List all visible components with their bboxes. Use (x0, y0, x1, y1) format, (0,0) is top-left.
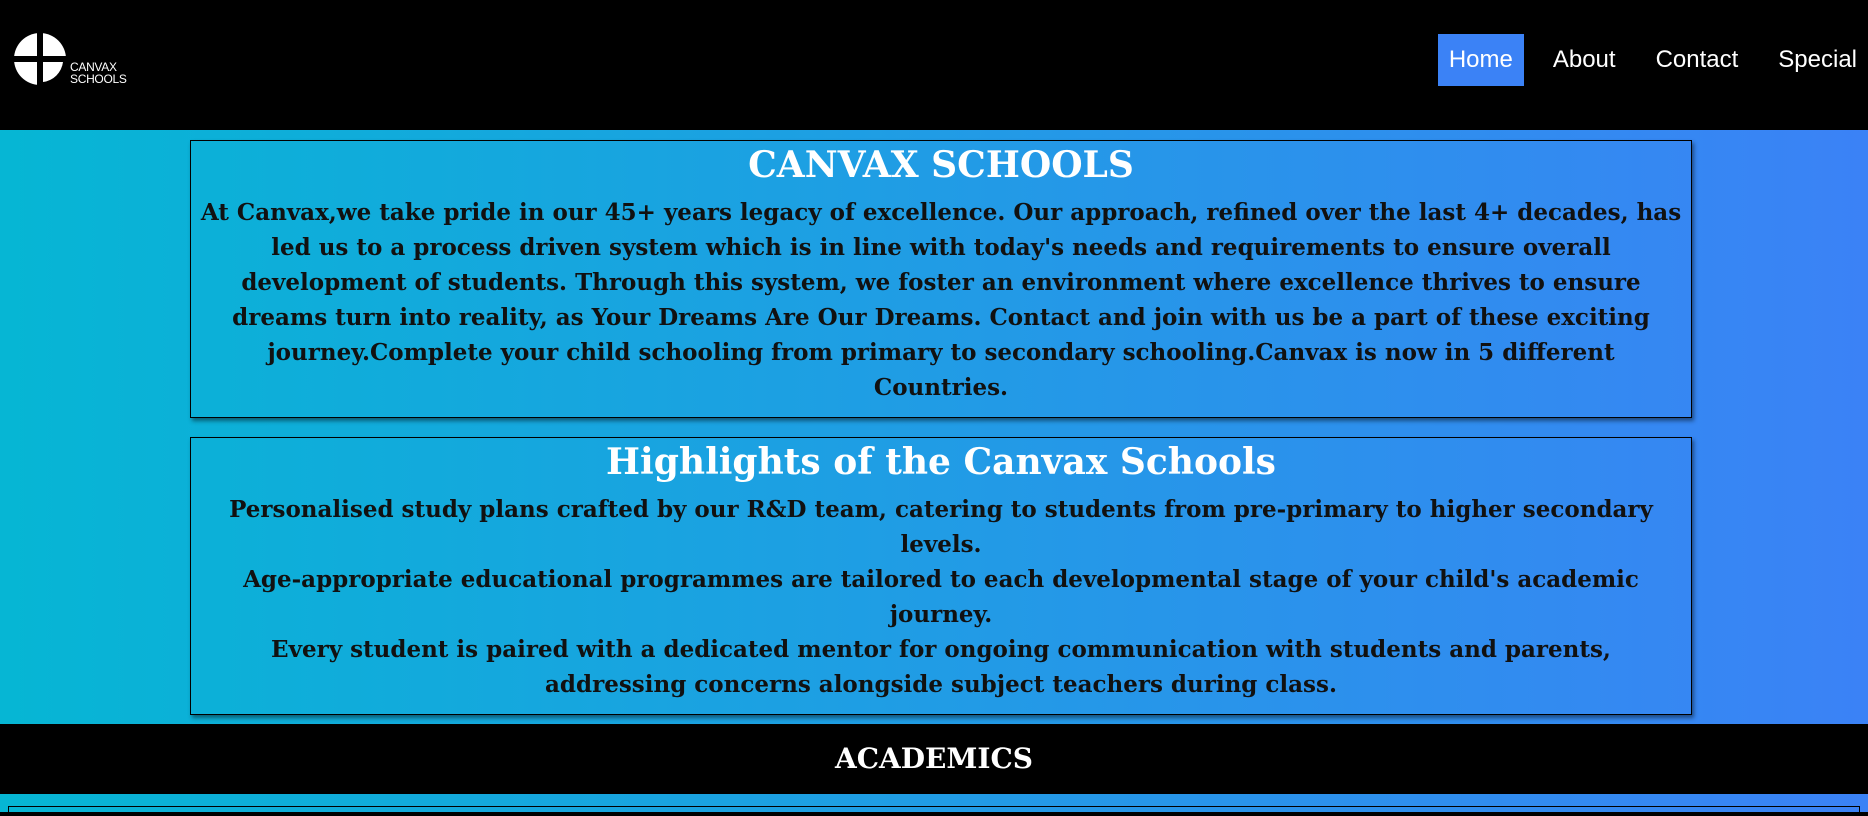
hero-section: CANVAX SCHOOLS At Canvax,we take pride i… (0, 130, 1868, 724)
highlight-item: Every student is paired with a dedicated… (271, 636, 1611, 698)
highlights-card: Highlights of the Canvax Schools Persona… (190, 437, 1692, 715)
highlight-item: Personalised study plans crafted by our … (229, 496, 1653, 558)
nav-home-link[interactable]: Home (1437, 34, 1524, 86)
canvax-logo[interactable]: CANVAX SCHOOLS (14, 33, 144, 87)
nav-menu: Home About Contact Special (1437, 34, 1868, 86)
nav-special-link[interactable]: Special (1767, 34, 1868, 86)
logo-text: CANVAX SCHOOLS (70, 61, 127, 85)
navbar: CANVAX SCHOOLS Home About Contact Specia… (0, 0, 1868, 130)
academics-section (0, 794, 1868, 816)
intro-title: CANVAX SCHOOLS (748, 144, 1134, 186)
academics-card (8, 806, 1860, 816)
nav-contact-link[interactable]: Contact (1645, 34, 1750, 86)
highlights-list: Personalised study plans crafted by our … (199, 492, 1683, 702)
intro-card: CANVAX SCHOOLS At Canvax,we take pride i… (190, 140, 1692, 418)
logo-line-2: SCHOOLS (70, 72, 127, 86)
academics-title: ACADEMICS (835, 742, 1033, 775)
highlight-item: Age-appropriate educational programmes a… (243, 566, 1639, 628)
academics-header: ACADEMICS (0, 724, 1868, 794)
intro-body: At Canvax,we take pride in our 45+ years… (200, 199, 1682, 401)
nav-about-link[interactable]: About (1542, 34, 1627, 86)
highlights-title: Highlights of the Canvax Schools (606, 441, 1276, 483)
canvax-logo-icon (14, 33, 66, 85)
